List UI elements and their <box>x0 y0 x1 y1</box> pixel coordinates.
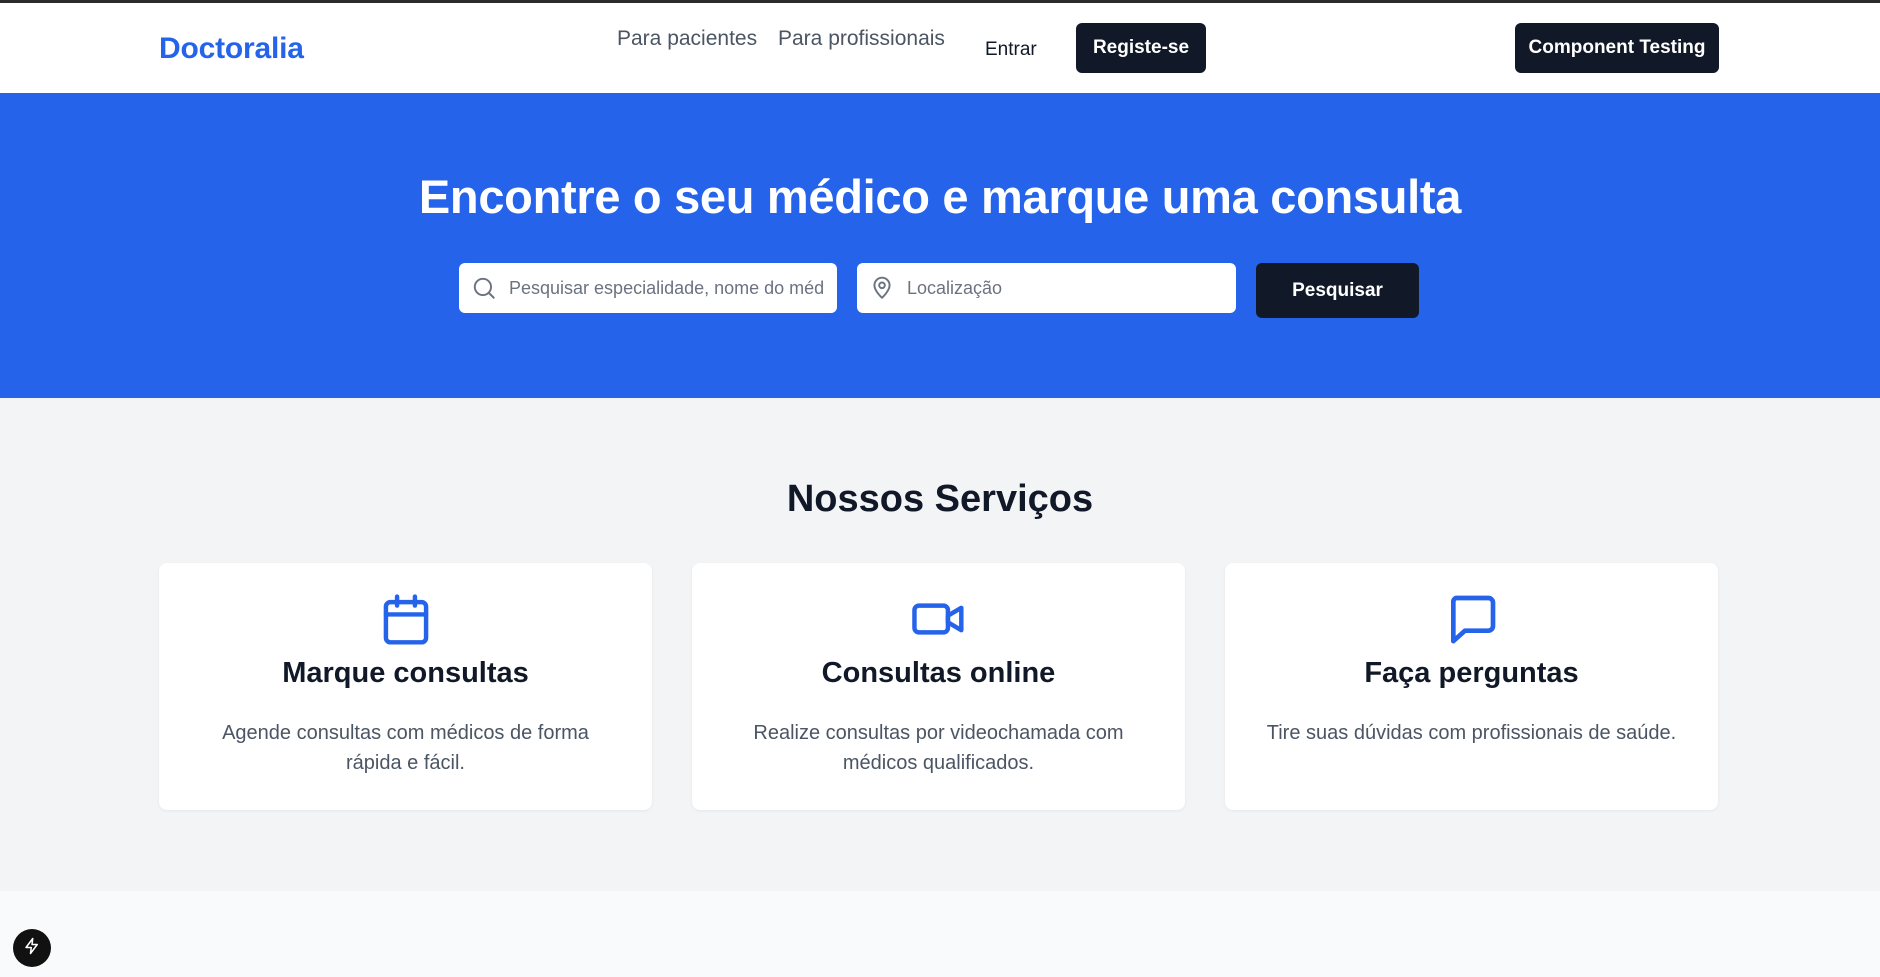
message-icon <box>1225 591 1718 647</box>
search-field[interactable] <box>459 263 837 313</box>
calendar-icon <box>159 591 652 649</box>
service-card-questions: Faça perguntas Tire suas dúvidas com pro… <box>1225 563 1718 810</box>
devtools-button[interactable] <box>13 929 51 967</box>
service-card-title: Faça perguntas <box>1364 657 1579 689</box>
service-card-description: Realize consultas por videochamada com m… <box>753 722 1124 774</box>
lightning-icon <box>23 937 41 960</box>
hero-section: Encontre o seu médico e marque uma consu… <box>0 93 1880 398</box>
service-card-description: Agende consultas com médicos de forma rá… <box>222 722 589 774</box>
search-icon <box>459 263 509 313</box>
location-field[interactable] <box>857 263 1236 313</box>
register-button[interactable]: Registe-se <box>1076 23 1206 73</box>
service-card-online: Consultas online Realize consultas por v… <box>692 563 1185 810</box>
services-title: Nossos Serviços <box>786 478 1094 520</box>
login-link[interactable]: Entrar <box>985 39 1037 61</box>
page-footer-area <box>0 891 1880 977</box>
location-input[interactable] <box>907 277 1236 299</box>
search-input[interactable] <box>509 277 837 299</box>
logo[interactable]: Doctoralia <box>159 32 304 66</box>
search-button[interactable]: Pesquisar <box>1256 263 1419 318</box>
video-icon <box>692 591 1185 647</box>
service-card-appointments: Marque consultas Agende consultas com mé… <box>159 563 652 810</box>
nav-link-profissionais[interactable]: Para profissionais <box>778 27 945 51</box>
services-section: Nossos Serviços Marque consultas Agende … <box>0 398 1880 891</box>
site-header: Doctoralia Para pacientes Para profissio… <box>0 3 1880 93</box>
component-testing-button[interactable]: Component Testing <box>1515 23 1719 73</box>
service-card-description: Tire suas dúvidas com profissionais de s… <box>1266 722 1677 744</box>
hero-title: Encontre o seu médico e marque uma consu… <box>418 170 1462 223</box>
service-card-title: Consultas online <box>821 657 1056 689</box>
nav-link-pacientes[interactable]: Para pacientes <box>617 27 757 51</box>
service-card-title: Marque consultas <box>282 657 529 689</box>
map-pin-icon <box>857 263 907 313</box>
